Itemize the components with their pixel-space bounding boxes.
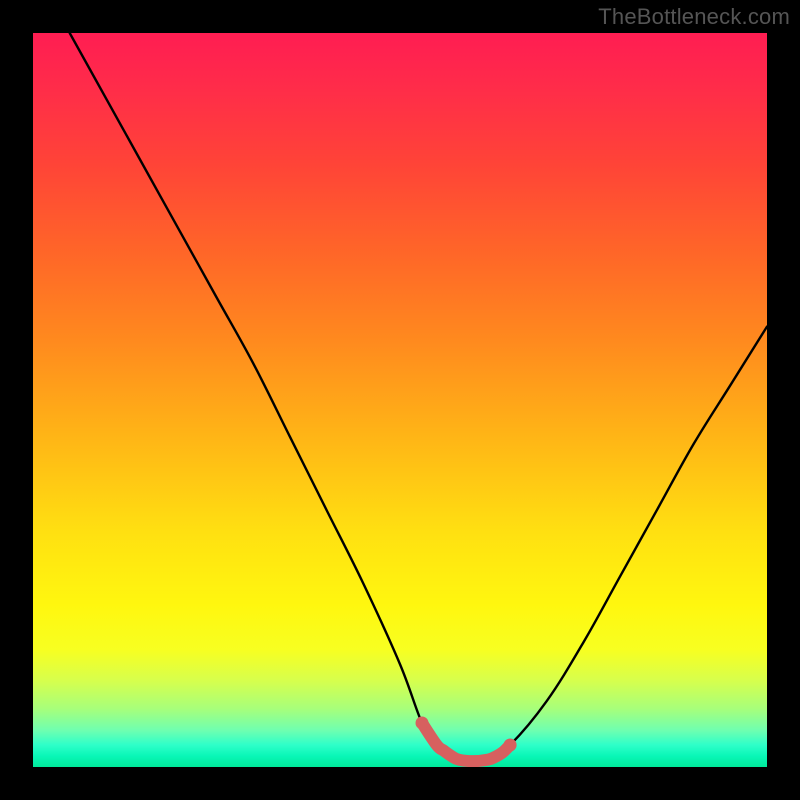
plot-area: [33, 33, 767, 767]
curve-group: [70, 33, 767, 762]
marker-group: [416, 716, 517, 761]
watermark-text: TheBottleneck.com: [598, 4, 790, 30]
chart-frame: TheBottleneck.com: [0, 0, 800, 800]
chart-svg: [33, 33, 767, 767]
bottleneck-curve-path: [70, 33, 767, 762]
critical-zone-start-dot: [416, 716, 429, 729]
critical-zone-end-dot: [504, 738, 517, 751]
critical-zone-path: [422, 723, 510, 761]
